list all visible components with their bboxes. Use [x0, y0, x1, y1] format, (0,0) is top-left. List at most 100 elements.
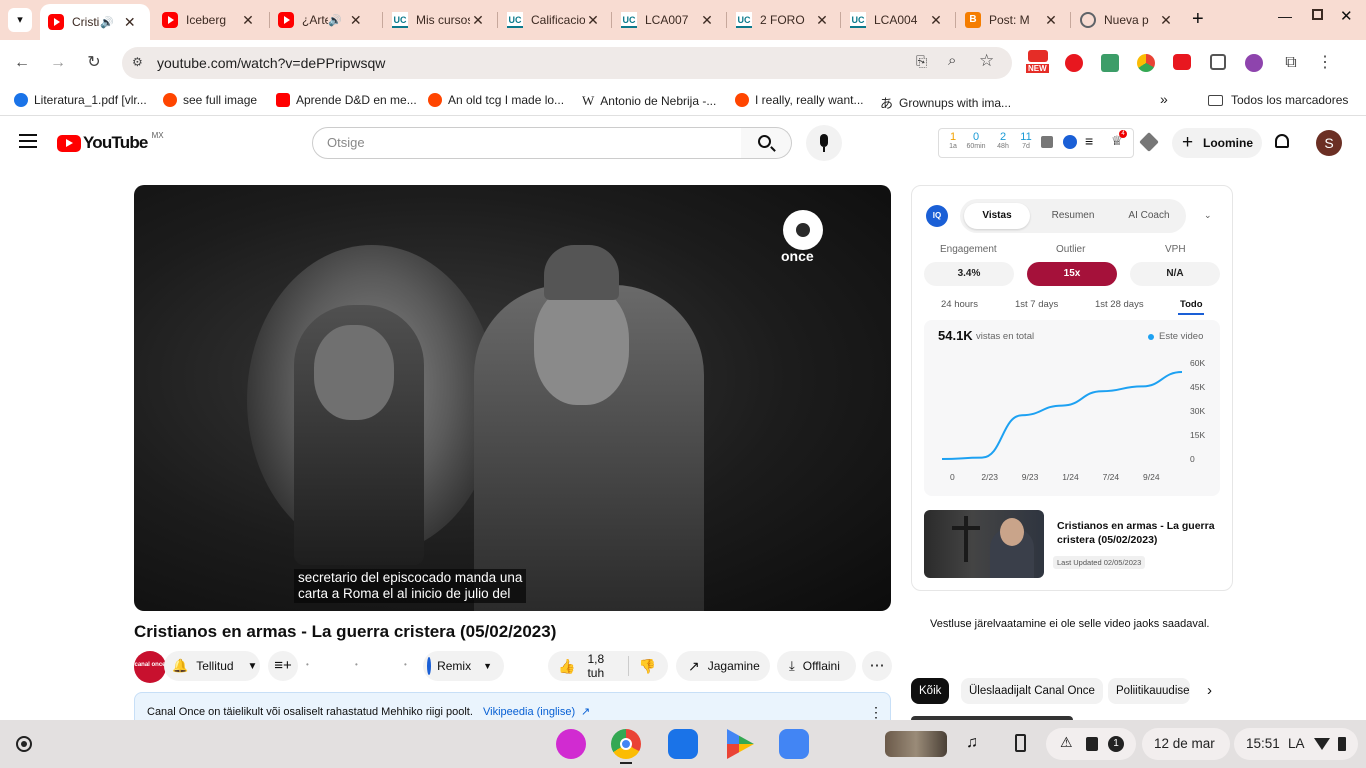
- speaker-icon[interactable]: 🔊: [328, 14, 342, 27]
- tab-post[interactable]: B Post: M ✕: [957, 4, 1067, 36]
- tab-vistas[interactable]: Vistas: [964, 203, 1030, 229]
- tab-calificaciones[interactable]: UC Calificaciones ✕: [499, 4, 609, 36]
- tray-thumbnails[interactable]: [885, 731, 947, 757]
- list-icon[interactable]: ≡: [1085, 133, 1093, 149]
- range-7d[interactable]: 1st 7 days: [1015, 299, 1058, 310]
- bookmarks-overflow-icon[interactable]: »: [1160, 91, 1168, 107]
- vpn-icon[interactable]: [1137, 54, 1155, 72]
- site-info-icon[interactable]: ⚙: [132, 55, 143, 69]
- views-stats-widget[interactable]: 1 1a 0 60min 2 48h 11 7d ≡ ♕ 4: [938, 128, 1134, 158]
- clock-pill[interactable]: 15:51 LA: [1234, 728, 1358, 760]
- share-button[interactable]: ↗ Jagamine: [676, 651, 770, 681]
- bookmark-item[interactable]: see full image: [163, 93, 257, 107]
- subscribed-button[interactable]: 🔔 Tellitud ▼: [164, 651, 260, 681]
- zoom-icon[interactable]: ⌕: [948, 52, 956, 69]
- maximize-button[interactable]: [1312, 9, 1323, 20]
- reload-icon[interactable]: ↻: [82, 51, 106, 75]
- tab-active[interactable]: Cristianos en armas 🔊 ✕: [40, 4, 150, 40]
- tab-lca007[interactable]: UC LCA007 ✕: [613, 4, 723, 36]
- docs-icon[interactable]: [779, 729, 809, 759]
- back-icon[interactable]: ←: [10, 51, 34, 75]
- more-vert-icon[interactable]: ⋮: [869, 704, 883, 721]
- tab-2-foro[interactable]: UC 2 FORO ✕: [728, 4, 838, 36]
- more-menu-icon[interactable]: ⋮: [1313, 51, 1337, 75]
- like-button[interactable]: 👍 1,8 tuh 👎: [548, 651, 668, 681]
- profile-ext-icon[interactable]: [1245, 54, 1263, 72]
- bell-icon[interactable]: [1275, 134, 1289, 148]
- close-icon[interactable]: ✕: [348, 12, 364, 29]
- range-all[interactable]: Todo: [1180, 299, 1203, 310]
- video-thumbnail[interactable]: [924, 510, 1044, 578]
- remix-button[interactable]: Remix ▼: [423, 651, 504, 681]
- phone-hub-icon[interactable]: [1015, 734, 1026, 752]
- close-icon[interactable]: ✕: [470, 12, 486, 29]
- files-icon[interactable]: [668, 729, 698, 759]
- video-player[interactable]: once secretario del episcocado manda una…: [134, 185, 891, 611]
- close-icon[interactable]: ✕: [928, 12, 944, 29]
- youtube-logo[interactable]: YouTube MX: [57, 131, 164, 153]
- adblock-icon[interactable]: [1065, 54, 1083, 72]
- chevron-down-icon[interactable]: ▼: [483, 661, 492, 671]
- close-icon[interactable]: ✕: [814, 12, 830, 29]
- tab-lca004[interactable]: UC LCA004 ✕: [842, 4, 952, 36]
- trophy-icon[interactable]: ♕ 4: [1111, 130, 1127, 149]
- bookmark-item[interactable]: I really, really want...: [735, 93, 863, 107]
- chevron-right-icon[interactable]: ›: [1207, 682, 1212, 699]
- tag-icon[interactable]: [1139, 132, 1159, 152]
- search-input[interactable]: Otsige: [312, 127, 742, 159]
- chevron-down-icon[interactable]: ⌄: [1204, 210, 1212, 221]
- tab-search-button[interactable]: ▾: [8, 8, 32, 32]
- close-icon[interactable]: ✕: [585, 12, 601, 29]
- create-button[interactable]: + Loomine: [1172, 128, 1262, 158]
- bookmark-item[interactable]: Aprende D&D en me...: [276, 93, 417, 107]
- chip-uploader[interactable]: Üleslaadijalt Canal Once: [961, 678, 1103, 704]
- chip-all[interactable]: Kõik: [911, 678, 950, 704]
- range-24h[interactable]: 24 hours: [941, 299, 978, 310]
- related-video-title[interactable]: Cristianos en armas - La guerra cristera…: [1057, 519, 1217, 547]
- range-28d[interactable]: 1st 28 days: [1095, 299, 1144, 310]
- close-icon[interactable]: ✕: [122, 14, 138, 31]
- tab-resumen[interactable]: Resumen: [1040, 203, 1106, 229]
- bookmark-item[interactable]: W Antonio de Nebrija -...: [582, 93, 716, 109]
- chip-politics[interactable]: Poliitikauudised: [1108, 678, 1190, 704]
- thumbs-down-icon[interactable]: 👎: [639, 658, 656, 675]
- all-bookmarks[interactable]: Todos los marcadores: [1208, 93, 1348, 107]
- install-icon[interactable]: ⎘: [916, 53, 927, 70]
- close-icon[interactable]: ✕: [1158, 12, 1174, 29]
- tab-nueva[interactable]: Nueva p ✕: [1072, 4, 1182, 36]
- forward-icon[interactable]: →: [46, 51, 70, 75]
- close-window-button[interactable]: ✕: [1340, 7, 1353, 25]
- bar-chart-icon[interactable]: [1041, 136, 1053, 148]
- close-icon[interactable]: ✕: [699, 12, 715, 29]
- tab-iceberg[interactable]: Iceberg ✕: [154, 4, 264, 36]
- app-sparkle-icon[interactable]: [556, 729, 586, 759]
- avatar[interactable]: S: [1316, 130, 1342, 156]
- extension-icon[interactable]: [1101, 54, 1119, 72]
- bookmark-item[interactable]: Literatura_1.pdf [vlr...: [14, 93, 147, 107]
- iq-icon[interactable]: [1063, 135, 1077, 149]
- calendar-icon[interactable]: [1210, 54, 1226, 70]
- close-icon[interactable]: ✕: [1043, 12, 1059, 29]
- status-tray[interactable]: ⚠ 1: [1046, 728, 1136, 760]
- search-button[interactable]: [741, 127, 792, 159]
- extensions-puzzle-icon[interactable]: ⧉: [1279, 51, 1303, 75]
- new-tab-button[interactable]: +: [1192, 8, 1204, 30]
- close-icon[interactable]: ✕: [240, 12, 256, 29]
- tab-arte[interactable]: ¿Arte 🔊 ✕: [270, 4, 380, 36]
- bookmark-item[interactable]: An old tcg I made lo...: [428, 93, 564, 107]
- video-ext-icon[interactable]: [1173, 54, 1191, 70]
- date-pill[interactable]: 12 de mar: [1142, 728, 1230, 760]
- launcher-icon[interactable]: [16, 736, 32, 752]
- bookmark-item[interactable]: あ Grownups with ima...: [880, 93, 1011, 112]
- wikipedia-link[interactable]: Vikipeedia (inglise): [483, 706, 575, 718]
- add-playlist-icon[interactable]: ≡+: [268, 651, 298, 681]
- more-actions-icon[interactable]: ⋯: [862, 651, 892, 681]
- address-bar[interactable]: ⚙ youtube.com/watch?v=dePPripwsqw ⎘ ⌕ ☆: [122, 47, 1012, 79]
- chrome-icon[interactable]: [611, 729, 641, 759]
- speaker-icon[interactable]: 🔊: [100, 16, 114, 29]
- media-controls-icon[interactable]: ♫: [966, 734, 978, 752]
- hamburger-menu-icon[interactable]: [19, 134, 37, 148]
- star-icon[interactable]: ☆: [979, 51, 994, 71]
- tab-ai-coach[interactable]: AI Coach: [1114, 203, 1184, 229]
- download-button[interactable]: ⤓ Offlaini: [777, 651, 856, 681]
